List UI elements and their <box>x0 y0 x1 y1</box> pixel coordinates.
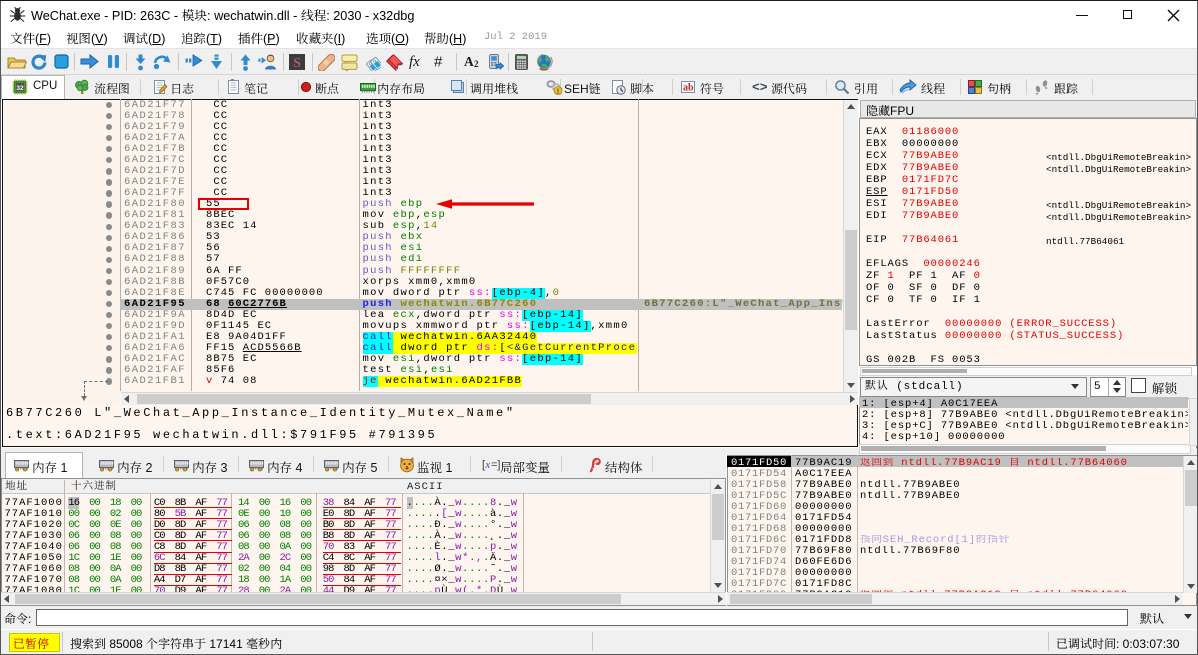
svg-text:A: A <box>464 54 474 68</box>
svg-text:32: 32 <box>16 85 24 92</box>
svg-text:<>: <> <box>752 80 768 94</box>
svg-text:ab: ab <box>683 83 694 94</box>
svg-text:!: ! <box>557 86 560 95</box>
svg-text:#: # <box>434 54 443 69</box>
svg-text:2: 2 <box>474 59 479 68</box>
svg-text:fx: fx <box>409 54 420 69</box>
svg-text:x: x <box>485 460 491 471</box>
svg-text:=]: =] <box>491 459 500 471</box>
svg-text:S: S <box>293 56 301 70</box>
